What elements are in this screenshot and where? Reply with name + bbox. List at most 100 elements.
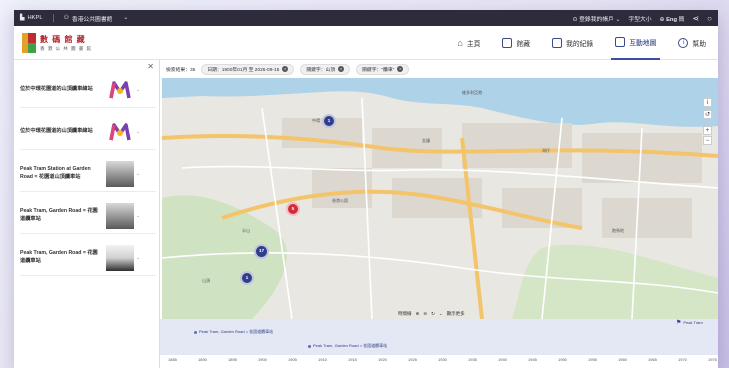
result-item[interactable]: Peak Tram Station at Garden Road = 花園道山頂… (20, 156, 156, 192)
timeline-event-label: Peak Tram, Garden Road = 花園道纜車站 (199, 329, 274, 334)
result-title: Peak Tram, Garden Road = 花園道纜車站 (20, 208, 98, 222)
logo-subtitle: 香 港 公 共 圖 書 館 (40, 45, 93, 51)
result-title: 位於中環花園道的山頂纜車總站 (20, 85, 93, 92)
share-icon[interactable]: ⋖ (692, 14, 699, 23)
timeline[interactable]: Peak Tram, Garden Road = 花園道纜車站 Peak Tra… (160, 319, 718, 368)
home-icon: ⌂ (457, 37, 463, 48)
library-menu[interactable]: ⚇ 香港公共圖書館 ⌄ (64, 14, 129, 23)
result-title: Peak Tram, Garden Road = 花園道纜車站 (20, 250, 98, 264)
remove-icon[interactable]: × (397, 66, 404, 72)
account-link[interactable]: ⊙ 登錄我的帳戶 ⌄ (573, 14, 621, 23)
chevron-down-icon: ⌄ (136, 212, 141, 219)
nav-collections-label: 館藏 (516, 40, 531, 48)
map-label: 半山 (242, 228, 250, 233)
map-cluster[interactable]: 17 (254, 244, 269, 259)
timeline-event[interactable]: Peak Tram, Garden Road = 花園道纜車站 (308, 343, 387, 349)
flag-icon: ⚑ (676, 320, 682, 326)
result-thumbnail (106, 119, 134, 145)
chevron-down-icon: ⌄ (136, 86, 141, 93)
zoom-out-icon[interactable]: ⊖ (423, 311, 427, 317)
nav-home[interactable]: ⌂ 主頁 (453, 26, 484, 60)
library-icon: ⚇ (63, 15, 69, 21)
map-info-button[interactable]: i (703, 98, 712, 107)
timeline-year: 1955 (588, 357, 597, 362)
filter-chip[interactable]: 日期：1900年01月 至 2025-09-15 × (201, 63, 295, 75)
nav-help[interactable]: i 幫助 (674, 26, 710, 60)
map-label: 金鐘 (422, 138, 430, 143)
library-label: 香港公共圖書館 (71, 16, 113, 23)
m-logo-icon (109, 122, 131, 142)
filter-chip-label: 關鍵字：山頂 (306, 67, 336, 73)
zoom-in-icon[interactable]: ⊕ (416, 311, 420, 317)
filter-chip-label: 日期：1900年01月 至 2025-09-15 (207, 67, 280, 73)
cluster-count: 17 (258, 249, 265, 254)
timeline-event[interactable]: ⚑ Peak Tram (676, 319, 703, 326)
collection-icon (502, 37, 513, 48)
result-item[interactable]: 位於中環花園道的山頂纜車總站 ⌄ (20, 72, 156, 108)
timeline-year: 1930 (438, 357, 447, 362)
search-icon[interactable]: ○ (707, 14, 712, 23)
hkpl-brand[interactable]: ▙ HKPL (20, 15, 43, 21)
results-sidebar: ✕ 位於中環花園道的山頂纜車總站 ⌄ 位於中環花園道的山頂纜車總站 ⌄ Peak… (14, 60, 160, 368)
photo-image (106, 160, 134, 187)
app-window: ▙ HKPL ⚇ 香港公共圖書館 ⌄ ⊙ 登錄我的帳戶 ⌄ 字型大小 ⊕ Eng… (14, 10, 718, 368)
hkpl-brand-label: HKPL (27, 15, 43, 21)
timeline-year: 1970 (678, 357, 687, 362)
result-thumbnail (106, 202, 134, 229)
lang-eng: Eng (666, 16, 678, 23)
zoom-in-button[interactable]: + (703, 126, 712, 135)
result-title: 位於中環花園道的山頂纜車總站 (20, 127, 93, 134)
timeline-year: 1945 (528, 357, 537, 362)
map-reset-button[interactable]: ↺ (703, 110, 712, 119)
nav-my-records[interactable]: 我的紀錄 (548, 26, 597, 60)
lang-switch[interactable]: ⊕ Eng 簡 (660, 14, 685, 23)
remove-icon[interactable]: × (282, 66, 289, 72)
nav-collections[interactable]: 館藏 (498, 26, 534, 60)
timeline-controls: 時間線 ⊕ ⊖ ↻ ⌄ 顯示更多 (398, 311, 465, 317)
map-label: 跑馬地 (612, 228, 624, 233)
result-thumbnail (106, 77, 134, 103)
map-cluster[interactable]: 1 (322, 114, 336, 128)
m-logo-icon (109, 80, 131, 100)
chevron-down-icon: ⌄ (136, 170, 141, 177)
timeline-band (160, 319, 718, 355)
timeline-year: 1900 (258, 357, 267, 362)
main-nav: ⌂ 主頁 館藏 我的紀錄 互動地圖 i 幫助 (453, 26, 710, 60)
info-icon: i (706, 99, 709, 106)
result-count: 檢索結果：35 (166, 67, 196, 73)
zoom-out-button[interactable]: − (703, 136, 712, 145)
show-more-button[interactable]: 顯示更多 (447, 311, 465, 317)
filter-chip[interactable]: 關鍵字："纜車" × (356, 63, 410, 75)
site-logo[interactable]: 數 碼 館 藏 香 港 公 共 圖 書 館 (22, 32, 93, 53)
utility-bar: ▙ HKPL ⚇ 香港公共圖書館 ⌄ ⊙ 登錄我的帳戶 ⌄ 字型大小 ⊕ Eng… (14, 10, 718, 26)
timeline-event[interactable]: Peak Tram, Garden Road = 花園道纜車站 (194, 329, 273, 335)
reset-icon[interactable]: ↻ (431, 311, 435, 317)
logo-title: 數 碼 館 藏 (40, 34, 86, 44)
event-dot-icon (308, 344, 311, 348)
result-item[interactable]: Peak Tram, Garden Road = 花園道纜車站 ⌄ (20, 240, 156, 276)
main-area: ✕ 位於中環花園道的山頂纜車總站 ⌄ 位於中環花園道的山頂纜車總站 ⌄ Peak… (14, 60, 718, 368)
site-header: 數 碼 館 藏 香 港 公 共 圖 書 館 ⌂ 主頁 館藏 我的紀錄 互動地圖 (14, 26, 718, 60)
remove-icon[interactable]: × (338, 66, 345, 72)
font-size-button[interactable]: 字型大小 (628, 14, 651, 23)
close-icon[interactable]: ✕ (147, 62, 154, 71)
map-cluster[interactable]: 5 (286, 202, 300, 216)
photo-image (106, 202, 134, 229)
timeline-year: 1975 (708, 357, 717, 362)
timeline-year: 1895 (228, 357, 237, 362)
timeline-year: 1890 (198, 357, 207, 362)
plus-icon: + (705, 127, 710, 134)
interactive-map[interactable]: 中環 金鐘 灣仔 香港公園 山頂 半山 維多利亞港 跑馬地 1 5 17 1 i… (162, 78, 718, 319)
filter-chip[interactable]: 關鍵字：山頂 × (300, 63, 351, 75)
records-icon (552, 37, 563, 48)
info-icon: i (678, 37, 689, 48)
result-item[interactable]: Peak Tram, Garden Road = 花園道纜車站 ⌄ (20, 198, 156, 234)
cluster-count: 1 (327, 118, 331, 124)
timeline-year: 1920 (378, 357, 387, 362)
map-cluster[interactable]: 1 (240, 271, 254, 285)
nav-interactive-map[interactable]: 互動地圖 (611, 26, 661, 60)
result-item[interactable]: 位於中環花園道的山頂纜車總站 ⌄ (20, 114, 156, 150)
filter-bar: 檢索結果：35 日期：1900年01月 至 2025-09-15 × 關鍵字：山頂… (160, 60, 718, 78)
timeline-year: 1910 (318, 357, 327, 362)
chevron-down-icon[interactable]: ⌄ (439, 311, 443, 317)
